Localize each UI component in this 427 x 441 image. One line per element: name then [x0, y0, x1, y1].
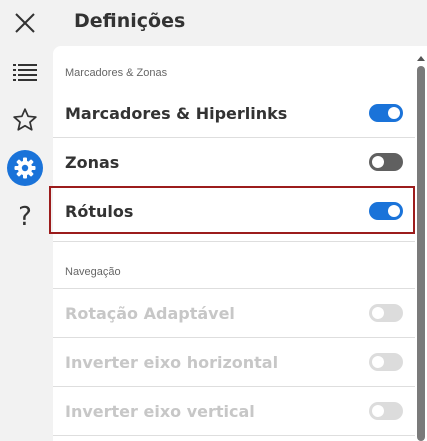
settings-screen: ? Definições Marcadores & Zonas Marcador…: [0, 0, 427, 441]
markers-hyperlinks-toggle[interactable]: [369, 104, 403, 122]
scroll-up-arrow-icon[interactable]: [417, 56, 425, 61]
labels-toggle[interactable]: [369, 202, 403, 220]
zones-toggle[interactable]: [369, 153, 403, 171]
toggle-knob: [372, 156, 384, 168]
divider: [53, 241, 415, 242]
toggle-knob: [388, 107, 400, 119]
setting-label: Inverter eixo vertical: [65, 401, 255, 421]
close-icon: [15, 13, 35, 33]
setting-label: Marcadores & Hiperlinks: [65, 103, 288, 123]
section-label-navigation: Navegação: [65, 266, 121, 278]
section-label-markers-zones: Marcadores & Zonas: [65, 67, 168, 79]
close-button[interactable]: [5, 3, 45, 43]
help-button[interactable]: ?: [5, 197, 45, 237]
contents-button[interactable]: [5, 52, 45, 92]
help-icon: ?: [18, 202, 32, 232]
invert-vertical-toggle: [369, 402, 403, 420]
settings-button[interactable]: [5, 148, 45, 188]
setting-row-invert-horizontal: Inverter eixo horizontal: [53, 338, 415, 386]
star-icon: [13, 108, 37, 131]
adaptive-rotation-toggle: [369, 304, 403, 322]
setting-row-invert-vertical: Inverter eixo vertical: [53, 387, 415, 435]
scroll-thumb[interactable]: [417, 66, 425, 441]
setting-label: Rotação Adaptável: [65, 303, 235, 323]
setting-label: Inverter eixo horizontal: [65, 352, 279, 372]
side-rail: ?: [0, 0, 50, 441]
list-icon: [13, 64, 37, 81]
invert-horizontal-toggle: [369, 353, 403, 371]
toggle-knob: [372, 405, 384, 417]
gear-icon: [14, 157, 36, 179]
toggle-knob: [372, 356, 384, 368]
setting-row-zones[interactable]: Zonas: [53, 138, 415, 186]
settings-panel: Marcadores & Zonas Marcadores & Hiperlin…: [53, 46, 427, 441]
settings-active-indicator: [7, 150, 43, 186]
setting-row-adaptive-rotation: Rotação Adaptável: [53, 289, 415, 337]
setting-label: Zonas: [65, 152, 120, 172]
divider: [53, 435, 415, 436]
setting-row-markers-hyperlinks[interactable]: Marcadores & Hiperlinks: [53, 89, 415, 137]
setting-label: Rótulos: [65, 201, 134, 221]
page-title: Definições: [74, 10, 186, 32]
toggle-knob: [372, 307, 384, 319]
setting-row-labels[interactable]: Rótulos: [53, 187, 415, 235]
scrollbar[interactable]: [415, 48, 427, 441]
bookmarks-button[interactable]: [5, 100, 45, 140]
toggle-knob: [388, 205, 400, 217]
